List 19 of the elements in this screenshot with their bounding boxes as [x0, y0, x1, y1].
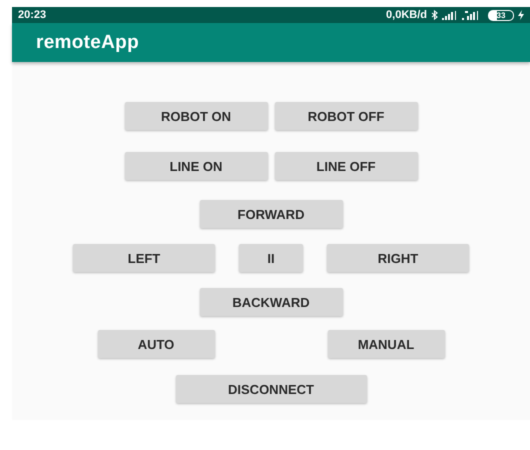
command-button[interactable]: FORWARD [200, 200, 342, 228]
time: 20:23 [18, 9, 46, 21]
command-button[interactable]: ROBOT OFF [274, 102, 418, 130]
battery-level: 33 [488, 10, 514, 20]
command-button[interactable]: LINE ON [124, 152, 268, 180]
command-button[interactable]: MANUAL [328, 330, 444, 358]
signal-icon [442, 10, 458, 20]
command-button[interactable]: LEFT [73, 244, 215, 272]
command-button[interactable]: DISCONNECT [176, 375, 366, 403]
command-button[interactable]: II [239, 244, 303, 272]
command-button[interactable]: BACKWARD [200, 288, 342, 316]
command-button[interactable]: RIGHT [327, 244, 469, 272]
command-button[interactable]: AUTO [98, 330, 214, 358]
command-button[interactable]: ROBOT ON [124, 102, 268, 130]
network-speed: 0,0KB/d [386, 9, 427, 21]
app-title: remoteApp [36, 32, 139, 54]
bluetooth-icon [431, 10, 438, 20]
charging-icon [518, 10, 524, 20]
command-button[interactable]: LINE OFF [274, 152, 418, 180]
